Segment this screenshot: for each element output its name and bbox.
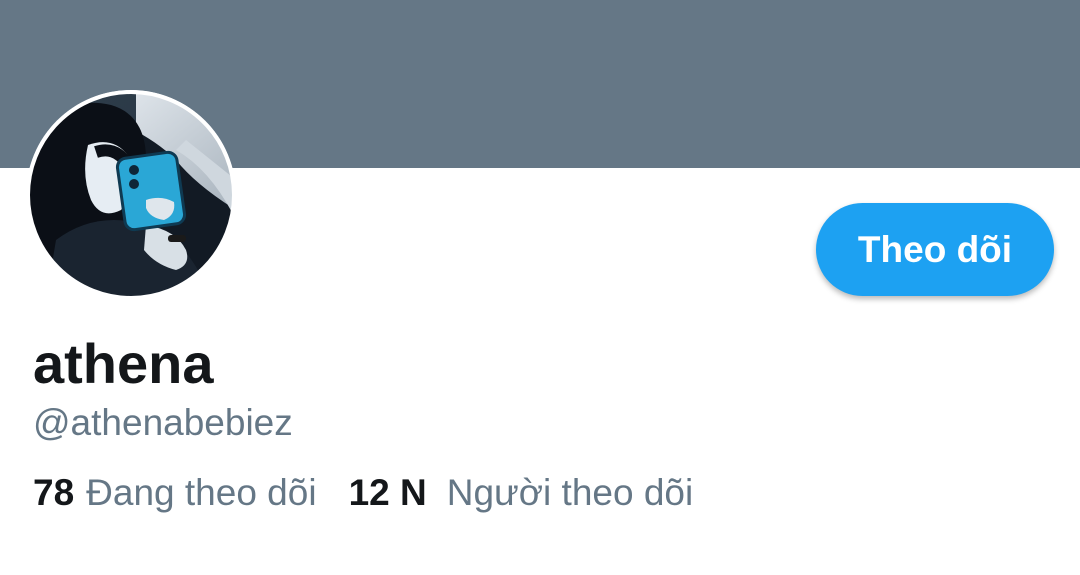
followers-count: 12 N — [348, 472, 427, 513]
follow-button[interactable]: Theo dõi — [816, 203, 1054, 296]
following-count: 78 — [33, 472, 75, 513]
followers-link[interactable]: 12 N Người theo dõi — [349, 470, 694, 516]
profile-stats: 78 Đang theo dõi 12 N Người theo dõi — [33, 470, 693, 516]
profile-avatar[interactable] — [26, 90, 236, 300]
profile-display-name: athena — [33, 332, 214, 395]
followers-label: Người theo dõi — [446, 472, 694, 513]
profile-handle: @athenabebiez — [33, 402, 293, 443]
following-label: Đang theo dõi — [86, 472, 317, 513]
following-link[interactable]: 78 Đang theo dõi — [33, 470, 317, 516]
avatar-photo — [26, 90, 236, 300]
